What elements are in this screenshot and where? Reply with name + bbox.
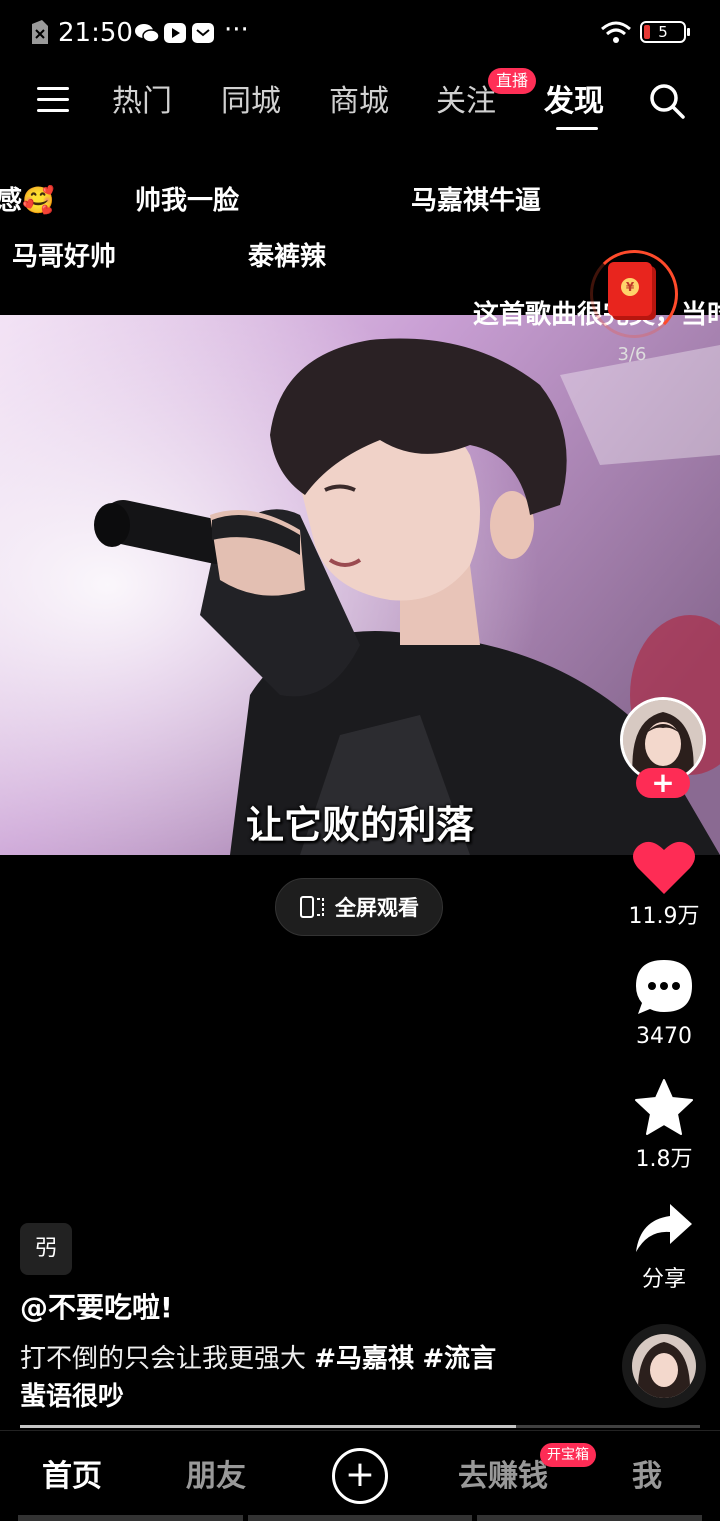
gesture-bar-segment <box>18 1515 243 1521</box>
tab-local[interactable]: 同城 <box>221 82 281 122</box>
video-app-icon <box>164 23 186 43</box>
live-badge: 直播 <box>488 68 536 94</box>
like-heart-icon[interactable] <box>632 838 696 896</box>
bottom-nav-earn[interactable]: 去赚钱 <box>458 1457 548 1497</box>
message-icon <box>192 23 214 43</box>
video-player[interactable] <box>0 315 720 855</box>
caption-badge: 弜 <box>20 1223 72 1275</box>
battery-indicator: 5 <box>640 21 690 43</box>
wifi-icon <box>601 21 631 43</box>
active-tab-indicator <box>556 127 598 130</box>
comment-icon[interactable] <box>634 958 694 1016</box>
fullscreen-button[interactable]: 全屏观看 <box>275 878 443 936</box>
danmaku-comment: 马嘉祺牛逼 <box>411 186 542 216</box>
gesture-bar-segment <box>477 1515 702 1521</box>
bottom-nav-friends[interactable]: 朋友 <box>186 1457 246 1497</box>
video-frame-singer <box>0 315 720 855</box>
gesture-bar-segment <box>248 1515 472 1521</box>
music-cover-photo <box>632 1334 696 1398</box>
more-notifications-icon: ··· <box>224 15 249 45</box>
status-time: 21:50 <box>58 18 133 48</box>
fullscreen-label: 全屏观看 <box>335 896 419 920</box>
author-name[interactable]: @不要吃啦! <box>20 1290 173 1326</box>
sim-card-icon <box>32 20 48 44</box>
caption-text: 打不倒的只会让我更强大 #马嘉祺 #流言 <box>20 1342 496 1376</box>
red-packet-progress: 3/6 <box>617 344 647 365</box>
share-arrow-icon[interactable] <box>634 1202 694 1254</box>
wechat-icon <box>135 24 160 43</box>
treasure-chest-badge: 开宝箱 <box>540 1443 596 1467</box>
bottom-nav-home[interactable]: 首页 <box>42 1457 102 1497</box>
playback-progress-fill <box>20 1425 517 1428</box>
status-bar: 21:50 ··· 5 <box>0 0 720 64</box>
rotate-screen-icon <box>300 896 324 918</box>
like-count: 11.9万 <box>628 904 700 929</box>
search-icon[interactable] <box>648 82 686 120</box>
bottom-nav-me[interactable]: 我 <box>632 1457 662 1497</box>
danmaku-comment: 感🥰 <box>0 186 55 216</box>
comment-count: 3470 <box>636 1024 692 1049</box>
favorite-star-icon[interactable] <box>634 1078 694 1136</box>
create-post-button[interactable]: + <box>332 1448 388 1504</box>
music-disc[interactable] <box>622 1324 706 1408</box>
tab-mall[interactable]: 商城 <box>329 82 389 122</box>
danmaku-comment: 泰裤辣 <box>248 242 327 272</box>
danmaku-comment: 帅我一脸 <box>135 186 240 216</box>
red-packet-icon[interactable]: ¥ <box>608 262 652 316</box>
favorite-count: 1.8万 <box>635 1147 693 1172</box>
video-subtitle: 让它败的利落 <box>245 803 474 847</box>
follow-button[interactable]: + <box>636 768 690 798</box>
menu-icon[interactable] <box>37 85 69 115</box>
tab-discover[interactable]: 发现 <box>544 82 604 122</box>
danmaku-comment: 马哥好帅 <box>12 242 117 272</box>
hashtag-link[interactable]: #马嘉祺 <box>314 1344 414 1374</box>
playback-progress-bar[interactable] <box>20 1425 700 1428</box>
bottom-nav: 首页 朋友 + 去赚钱 开宝箱 我 <box>0 1430 720 1521</box>
tab-following[interactable]: 关注 <box>436 82 496 122</box>
caption-text-continued: 蜚语很吵 <box>20 1382 125 1412</box>
tab-hot[interactable]: 热门 <box>112 82 172 122</box>
share-label[interactable]: 分享 <box>614 1266 714 1294</box>
caption-body: 打不倒的只会让我更强大 <box>20 1344 315 1374</box>
hashtag-link[interactable]: #流言 <box>422 1344 496 1374</box>
